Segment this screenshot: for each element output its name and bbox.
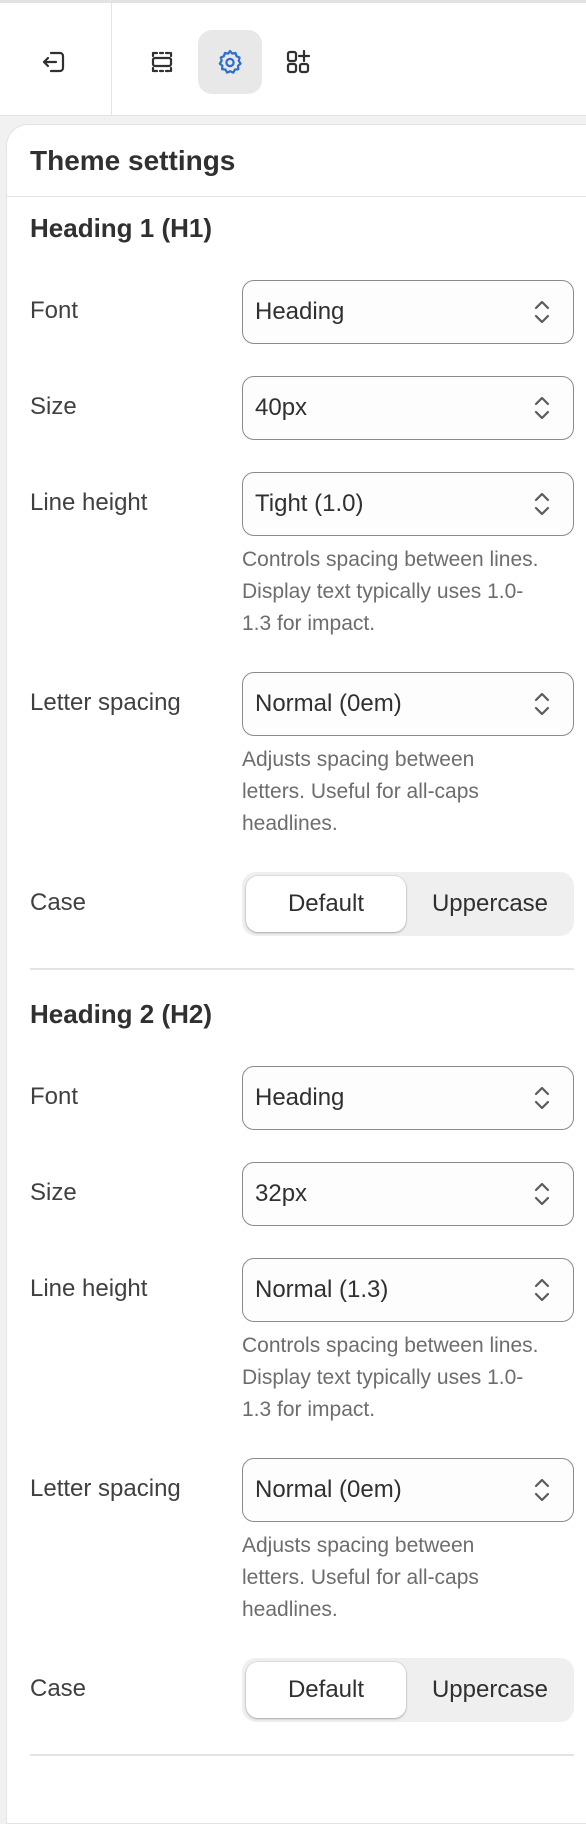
h1-letter-spacing-label: Letter spacing bbox=[30, 689, 181, 716]
h2-letter-spacing-value: Normal (0em) bbox=[255, 1476, 402, 1503]
h2-line-height-help: Controls spacing between lines. Display … bbox=[242, 1334, 539, 1421]
apps-add-icon bbox=[286, 49, 311, 74]
settings-gear-icon bbox=[218, 49, 242, 74]
chevron-up-down-icon bbox=[534, 1478, 550, 1502]
h2-case-toggle: Default Uppercase bbox=[242, 1658, 574, 1722]
chevron-up-down-icon bbox=[534, 1278, 550, 1302]
h1-case-uppercase-option[interactable]: Uppercase bbox=[408, 876, 572, 932]
h1-size-select[interactable]: 40px bbox=[242, 376, 574, 440]
panel-title-divider bbox=[6, 196, 586, 197]
exit-button[interactable] bbox=[22, 30, 86, 94]
chevron-up-down-icon bbox=[534, 396, 550, 420]
h1-letter-spacing-select[interactable]: Normal (0em) bbox=[242, 672, 574, 736]
h1-size-value: 40px bbox=[255, 394, 308, 421]
h2-line-height-label: Line height bbox=[30, 1275, 148, 1302]
h1-case-default-option[interactable]: Default bbox=[246, 876, 406, 932]
apps-button[interactable] bbox=[266, 30, 330, 94]
chevron-up-down-icon bbox=[534, 1086, 550, 1110]
h2-letter-spacing-label: Letter spacing bbox=[30, 1475, 181, 1502]
h2-case-label: Case bbox=[30, 1675, 87, 1702]
sections-icon bbox=[151, 51, 173, 73]
h1-letter-spacing-value: Normal (0em) bbox=[255, 690, 402, 717]
exit-icon bbox=[42, 51, 65, 73]
h2-size-value: 32px bbox=[255, 1180, 308, 1207]
chevron-up-down-icon bbox=[534, 1182, 550, 1206]
h1-font-select[interactable]: Heading bbox=[242, 280, 574, 344]
toolbar-divider bbox=[111, 3, 112, 116]
section-divider bbox=[30, 1754, 574, 1756]
h1-letter-spacing-help: Adjusts spacing between letters. Useful … bbox=[242, 748, 479, 835]
chevron-up-down-icon bbox=[534, 492, 550, 516]
chevron-up-down-icon bbox=[534, 692, 550, 716]
h2-line-height-value: Normal (1.3) bbox=[255, 1276, 389, 1303]
h2-font-label: Font bbox=[30, 1083, 79, 1110]
h2-letter-spacing-help: Adjusts spacing between letters. Useful … bbox=[242, 1534, 479, 1621]
h1-size-label: Size bbox=[30, 393, 77, 420]
h1-font-value: Heading bbox=[255, 298, 345, 325]
h1-case-label: Case bbox=[30, 889, 87, 916]
h1-line-height-select[interactable]: Tight (1.0) bbox=[242, 472, 574, 536]
sections-button[interactable] bbox=[130, 30, 194, 94]
h1-section-title: Heading 1 (H1) bbox=[30, 213, 213, 243]
h2-letter-spacing-select[interactable]: Normal (0em) bbox=[242, 1458, 574, 1522]
h1-line-height-help: Controls spacing between lines. Display … bbox=[242, 548, 539, 635]
h2-size-select[interactable]: 32px bbox=[242, 1162, 574, 1226]
chevron-up-down-icon bbox=[534, 300, 550, 324]
h2-font-value: Heading bbox=[255, 1084, 345, 1111]
h2-font-select[interactable]: Heading bbox=[242, 1066, 574, 1130]
h2-size-label: Size bbox=[30, 1179, 77, 1206]
h1-font-label: Font bbox=[30, 297, 79, 324]
h2-section-title: Heading 2 (H2) bbox=[30, 999, 213, 1029]
h2-case-default-option[interactable]: Default bbox=[246, 1662, 406, 1718]
section-divider bbox=[30, 968, 574, 970]
editor-toolbar bbox=[0, 0, 586, 116]
panel-title: Theme settings bbox=[30, 145, 236, 176]
h1-line-height-label: Line height bbox=[30, 489, 148, 516]
h1-line-height-value: Tight (1.0) bbox=[255, 490, 364, 517]
h2-case-uppercase-option[interactable]: Uppercase bbox=[408, 1662, 572, 1718]
h1-case-toggle: Default Uppercase bbox=[242, 872, 574, 936]
theme-settings-button[interactable] bbox=[198, 30, 262, 94]
h2-line-height-select[interactable]: Normal (1.3) bbox=[242, 1258, 574, 1322]
